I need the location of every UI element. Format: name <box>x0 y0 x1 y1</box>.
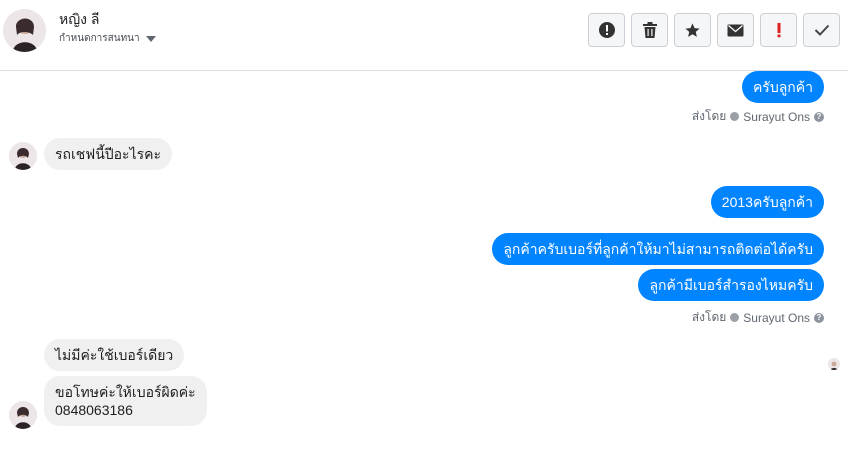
sent-by-agent[interactable]: Surayut Ons <box>743 110 810 124</box>
sent-check-icon <box>730 313 740 322</box>
message-bubble-outgoing[interactable]: ลูกค้ามีเบอร์สำรองไหมครับ <box>638 269 824 301</box>
report-button[interactable] <box>588 13 625 47</box>
help-icon[interactable]: ? <box>814 111 824 122</box>
message-bubble-outgoing[interactable]: ครับลูกค้า <box>741 71 824 103</box>
star-icon <box>685 22 700 37</box>
alert-circle-icon <box>598 22 615 38</box>
message-bubble-outgoing[interactable]: 2013ครับลูกค้า <box>710 186 824 218</box>
trash-icon <box>642 22 657 38</box>
help-icon[interactable]: ? <box>814 312 824 323</box>
conversation-settings-dropdown[interactable]: กำหนดการสนทนา <box>59 31 156 46</box>
mark-unread-button[interactable] <box>717 13 754 47</box>
important-button[interactable] <box>760 13 797 47</box>
sent-by-label: ส่งโดย Surayut Ons ? <box>692 308 824 327</box>
envelope-icon <box>727 24 744 36</box>
message-bubble-incoming[interactable]: รถเชฟนี้ปีอะไรคะ <box>44 138 173 170</box>
message-line: ขอโทษค่ะให้เบอร์ผิดค่ะ <box>55 384 196 400</box>
contact-avatar-small[interactable] <box>9 401 37 429</box>
message-bubble-outgoing[interactable]: ลูกค้าครับเบอร์ที่ลูกค้าให้มาไม่สามารถติ… <box>492 233 824 265</box>
contact-name: หญิง ลี <box>59 11 100 27</box>
conversation-settings-label: กำหนดการสนทนา <box>59 33 140 44</box>
message-line: 0848063186 <box>55 402 133 418</box>
conversation-header: หญิง ลี กำหนดการสนทนา <box>0 0 848 71</box>
sent-by-agent[interactable]: Surayut Ons <box>743 311 810 325</box>
message-thread[interactable]: ครับลูกค้า ส่งโดย Surayut Ons ? รถเชฟนี้… <box>0 71 848 450</box>
caret-down-icon <box>145 35 156 42</box>
star-button[interactable] <box>674 13 711 47</box>
done-button[interactable] <box>803 13 840 47</box>
sent-check-icon <box>730 112 740 121</box>
exclamation-icon <box>777 23 780 38</box>
contact-avatar-small[interactable] <box>9 142 37 170</box>
message-bubble-incoming[interactable]: ขอโทษค่ะให้เบอร์ผิดค่ะ 0848063186 <box>44 376 207 426</box>
sent-by-label: ส่งโดย Surayut Ons ? <box>692 107 824 126</box>
message-bubble-incoming[interactable]: ไม่มีค่ะใช้เบอร์เดียว <box>44 339 185 371</box>
header-actions <box>588 13 840 47</box>
sent-by-prefix: ส่งโดย <box>691 310 727 324</box>
delete-button[interactable] <box>631 13 668 47</box>
check-icon <box>814 24 829 36</box>
contact-avatar[interactable] <box>3 9 46 52</box>
sent-by-prefix: ส่งโดย <box>691 109 727 123</box>
seen-receipt-avatar <box>828 358 840 370</box>
